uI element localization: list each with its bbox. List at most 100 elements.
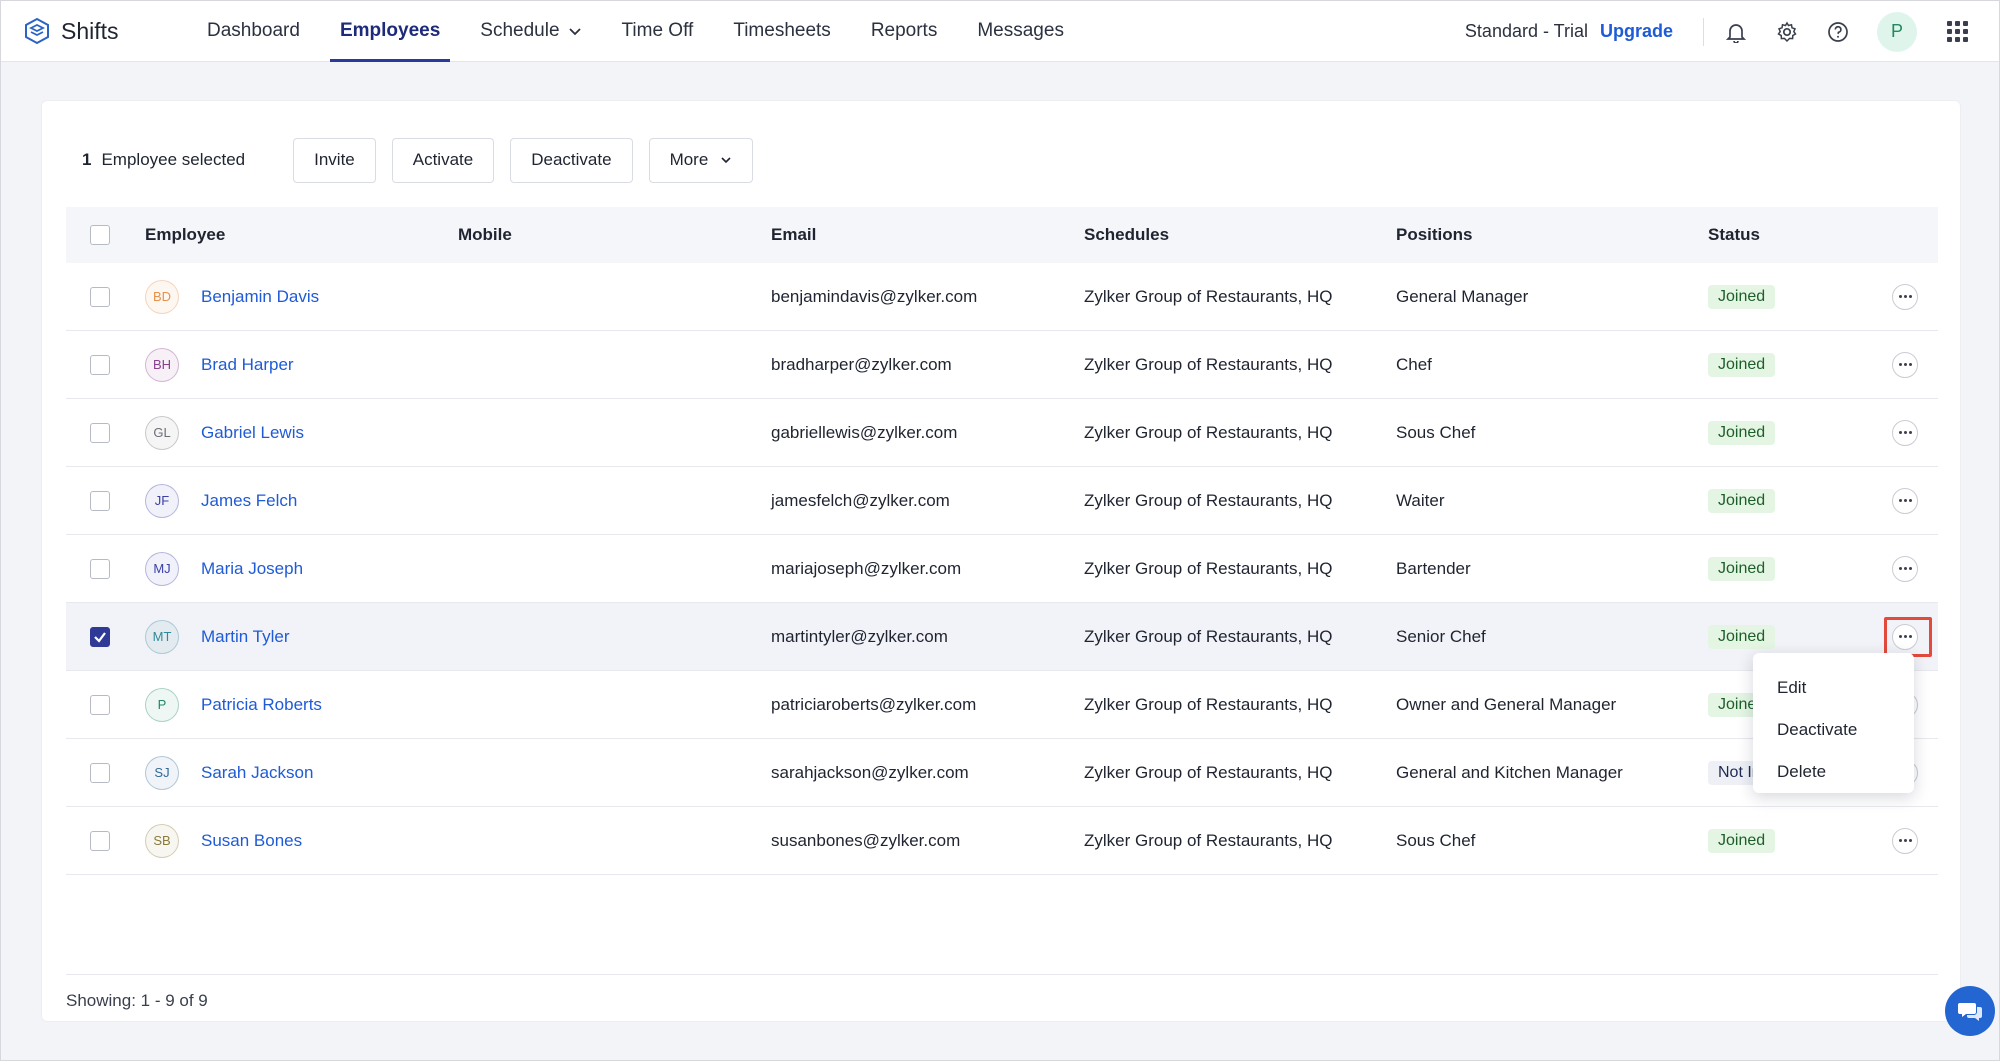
user-avatar[interactable]: P [1877,11,1917,52]
schedule-cell: Zylker Group of Restaurants, HQ [1084,558,1333,578]
table-row[interactable]: BH Brad Harper bradharper@zylker.com Zylker… [66,331,1938,399]
employee-name-link[interactable]: Brad Harper [201,355,294,375]
row-checkbox[interactable] [90,830,110,851]
apps-grid-icon[interactable] [1947,20,1969,43]
schedule-cell: Zylker Group of Restaurants, HQ [1084,490,1333,510]
employee-name-link[interactable]: Maria Joseph [201,559,303,579]
employee-avatar: MT [145,619,179,654]
more-options-icon[interactable] [1892,487,1918,514]
employee-avatar: JF [145,483,179,518]
schedule-cell: Zylker Group of Restaurants, HQ [1084,354,1333,374]
nav-dashboard[interactable]: Dashboard [197,1,310,62]
status-badge: Joined [1708,284,1776,309]
nav-label: Dashboard [207,20,300,41]
chat-button[interactable] [1945,986,1995,1036]
row-checkbox[interactable] [90,422,110,443]
schedule-cell: Zylker Group of Restaurants, HQ [1084,694,1333,714]
employee-cell: SJ Sarah Jackson [145,755,458,790]
email-cell: benjamindavis@zylker.com [771,286,978,306]
position-cell: General and Kitchen Manager [1396,762,1623,782]
employee-avatar: GL [145,415,179,450]
employee-avatar: SB [145,823,179,858]
row-checkbox[interactable] [90,286,110,307]
position-cell: Bartender [1396,558,1471,578]
email-cell: sarahjackson@zylker.com [771,762,969,782]
position-cell: Sous Chef [1396,422,1476,442]
more-options-icon[interactable] [1892,827,1918,854]
help-icon[interactable] [1826,20,1850,44]
table-row[interactable]: SJ Sarah Jackson sarahjackson@zylker.com Zy… [66,739,1938,807]
status-badge: Joined [1708,488,1776,513]
header-email[interactable]: Email [771,225,1084,245]
select-all-checkbox[interactable] [90,225,110,245]
nav-label: Reports [870,20,938,41]
table-header: Employee Mobile Email Schedules Position… [66,207,1938,263]
employee-name-link[interactable]: Martin Tyler [201,627,290,647]
employee-name-link[interactable]: Benjamin Davis [201,287,319,307]
employees-table: Employee Mobile Email Schedules Position… [66,207,1938,875]
check-icon [94,631,106,643]
employee-name-link[interactable]: Gabriel Lewis [201,423,304,443]
employee-cell: MJ Maria Joseph [145,551,458,586]
header-mobile[interactable]: Mobile [458,225,771,245]
activate-button[interactable]: Activate [391,137,495,183]
chat-icon [1958,1003,1982,1021]
table-row[interactable]: MT Martin Tyler martintyler@zylker.com Zylk… [66,603,1938,671]
row-checkbox[interactable] [90,626,110,647]
nav-reports[interactable]: Reports [861,1,948,62]
more-options-icon[interactable] [1892,555,1918,582]
row-checkbox[interactable] [90,354,110,375]
row-checkbox[interactable] [90,694,110,715]
menu-delete[interactable]: Delete [1753,751,1914,793]
email-cell: susanbones@zylker.com [771,830,961,850]
header-employee[interactable]: Employee [145,225,458,245]
position-cell: General Manager [1396,286,1529,306]
header-schedules[interactable]: Schedules [1084,225,1396,245]
shifts-logo-icon [25,17,49,45]
more-options-icon[interactable] [1892,351,1918,378]
more-options-icon[interactable] [1892,419,1918,446]
employee-name-link[interactable]: Susan Bones [201,831,302,851]
deactivate-button[interactable]: Deactivate [510,137,633,183]
employee-cell: MT Martin Tyler [145,619,458,654]
bell-icon[interactable] [1724,20,1748,44]
more-options-icon[interactable] [1892,283,1918,310]
upgrade-link[interactable]: Upgrade [1600,21,1673,42]
table-row[interactable]: P Patricia Roberts patriciaroberts@zylker.… [66,671,1938,739]
nav-schedule[interactable]: Schedule [470,1,591,62]
status-cell: Joined [1708,284,1868,309]
table-row[interactable]: BD Benjamin Davis benjamindavis@zylker.com… [66,263,1938,331]
table-row[interactable]: MJ Maria Joseph mariajoseph@zylker.com Zylk… [66,535,1938,603]
nav-messages[interactable]: Messages [967,1,1074,62]
position-cell: Sous Chef [1396,830,1476,850]
schedule-cell: Zylker Group of Restaurants, HQ [1084,626,1333,646]
table-row[interactable]: GL Gabriel Lewis gabriellewis@zylker.com Zy… [66,399,1938,467]
menu-edit[interactable]: Edit [1753,667,1914,709]
top-bar: Shifts Dashboard Employees Schedule Time… [1,1,1999,62]
row-checkbox-cell [66,490,145,511]
app-name: Shifts [61,17,119,44]
employee-name-link[interactable]: James Felch [201,491,297,511]
nav-time-off[interactable]: Time Off [612,1,704,62]
row-checkbox-cell [66,354,145,375]
header-positions[interactable]: Positions [1396,225,1708,245]
header-status[interactable]: Status [1708,225,1868,245]
row-checkbox[interactable] [90,762,110,783]
email-cell: mariajoseph@zylker.com [771,558,962,578]
row-checkbox[interactable] [90,558,110,579]
nav-employees[interactable]: Employees [329,1,451,62]
gear-icon[interactable] [1775,20,1799,44]
menu-deactivate[interactable]: Deactivate [1753,709,1914,751]
email-cell: patriciaroberts@zylker.com [771,694,977,714]
invite-button[interactable]: Invite [293,137,376,183]
table-row[interactable]: JF James Felch jamesfelch@zylker.com Zylker… [66,467,1938,535]
row-checkbox[interactable] [90,490,110,511]
more-button[interactable]: More [648,137,754,183]
employee-name-link[interactable]: Sarah Jackson [201,763,313,783]
table-row[interactable]: SB Susan Bones susanbones@zylker.com Zylker… [66,807,1938,875]
employee-cell: GL Gabriel Lewis [145,415,458,450]
brand[interactable]: Shifts [23,17,193,45]
nav-timesheets[interactable]: Timesheets [723,1,841,62]
employee-name-link[interactable]: Patricia Roberts [201,695,322,715]
schedule-cell: Zylker Group of Restaurants, HQ [1084,830,1333,850]
